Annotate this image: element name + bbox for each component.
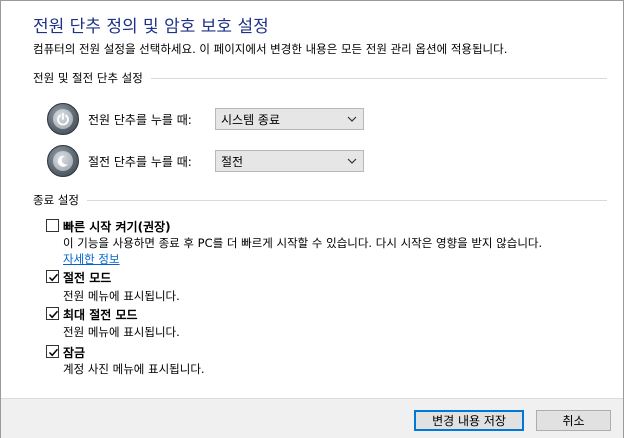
fast-startup-label: 빠른 시작 켜기(권장) bbox=[63, 220, 171, 234]
chevron-down-icon bbox=[347, 158, 357, 164]
shutdown-section-title: 종료 설정 bbox=[33, 193, 79, 207]
section-divider bbox=[86, 199, 607, 201]
more-info-link[interactable]: 자세한 정보 bbox=[63, 251, 120, 267]
lock-checkbox[interactable] bbox=[46, 345, 59, 358]
power-button-row: 전원 단추를 누를 때: 시스템 종료 bbox=[47, 102, 364, 136]
checkmark-icon bbox=[48, 273, 59, 282]
sleep-button-icon bbox=[47, 145, 79, 177]
power-section-header: 전원 및 절전 단추 설정 bbox=[33, 70, 607, 86]
sleep-label: 절전 모드 bbox=[63, 271, 112, 285]
page-description: 컴퓨터의 전원 설정을 선택하세요. 이 페이지에서 변경한 내용은 모든 전원… bbox=[33, 42, 508, 56]
sleep-button-label: 절전 단추를 누를 때: bbox=[88, 155, 192, 169]
dialog-footer: 변경 내용 저장 취소 bbox=[1, 398, 623, 438]
power-button-icon bbox=[47, 103, 79, 135]
checkmark-icon bbox=[48, 310, 59, 319]
power-button-action-select[interactable]: 시스템 종료 bbox=[215, 108, 364, 130]
section-divider bbox=[150, 77, 607, 79]
lock-description: 계정 사진 메뉴에 표시됩니다. bbox=[63, 362, 205, 376]
fast-startup-description: 이 기능을 사용하면 종료 후 PC를 더 빠르게 시작할 수 있습니다. 다시… bbox=[63, 236, 543, 250]
sleep-button-row: 절전 단추를 누를 때: 절전 bbox=[47, 144, 364, 178]
power-button-label: 전원 단추를 누를 때: bbox=[88, 113, 192, 127]
sleep-checkbox[interactable] bbox=[46, 270, 59, 283]
fast-startup-checkbox[interactable] bbox=[46, 219, 59, 232]
sleep-button-action-value: 절전 bbox=[221, 154, 244, 169]
checkmark-icon bbox=[48, 348, 59, 357]
power-options-window: 전원 단추 정의 및 암호 보호 설정 컴퓨터의 전원 설정을 선택하세요. 이… bbox=[0, 0, 624, 438]
chevron-down-icon bbox=[347, 116, 357, 122]
power-button-action-value: 시스템 종료 bbox=[221, 112, 281, 127]
hibernate-description: 전원 메뉴에 표시됩니다. bbox=[63, 325, 180, 339]
sleep-button-action-select[interactable]: 절전 bbox=[215, 150, 364, 172]
page-title: 전원 단추 정의 및 암호 보호 설정 bbox=[33, 17, 269, 37]
shutdown-section-header: 종료 설정 bbox=[33, 192, 607, 208]
lock-label: 잠금 bbox=[63, 346, 86, 360]
power-section-title: 전원 및 절전 단추 설정 bbox=[33, 71, 143, 85]
cancel-button[interactable]: 취소 bbox=[536, 410, 611, 431]
save-changes-button[interactable]: 변경 내용 저장 bbox=[414, 410, 524, 431]
hibernate-label: 최대 절전 모드 bbox=[63, 308, 138, 322]
hibernate-checkbox[interactable] bbox=[46, 307, 59, 320]
sleep-description: 전원 메뉴에 표시됩니다. bbox=[63, 289, 180, 303]
